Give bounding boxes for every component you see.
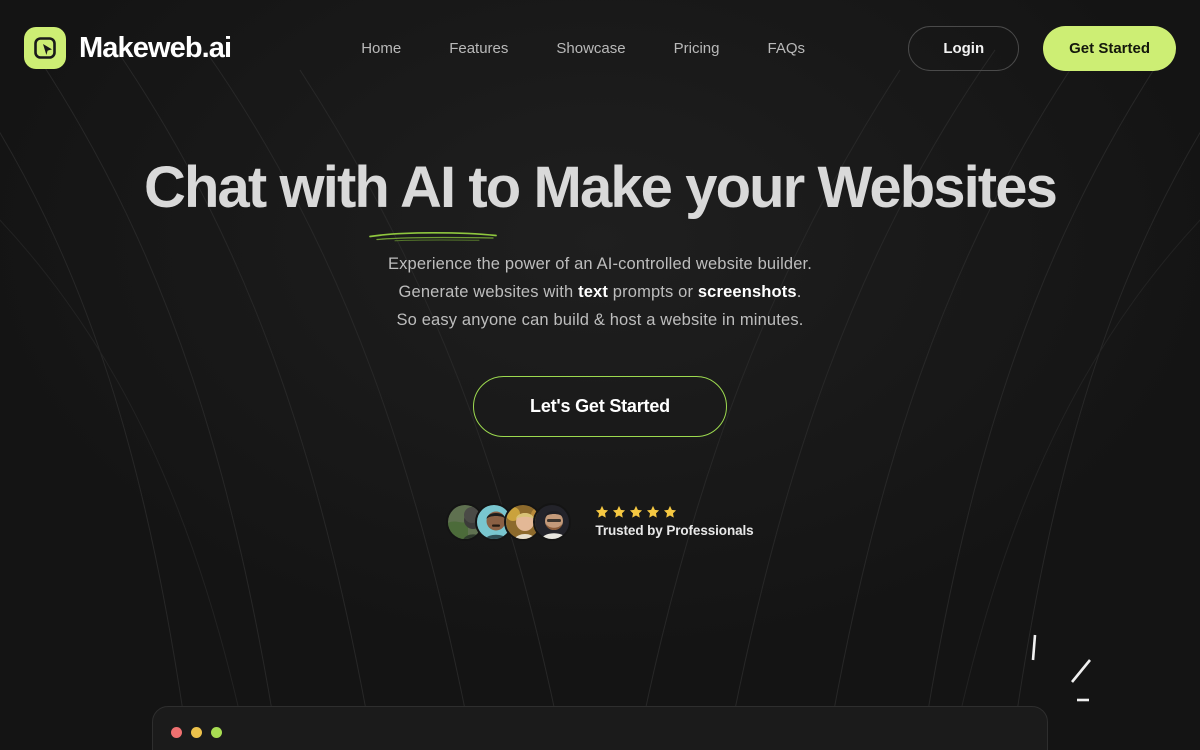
star-icon [596,506,609,518]
star-icon [647,506,660,518]
nav-link-features[interactable]: Features [425,32,532,65]
subtitle-bold-screenshots: screenshots [697,282,797,301]
browser-mockup [152,706,1048,750]
nav-link-home[interactable]: Home [337,32,425,65]
landing-page: Makeweb.ai Home Features Showcase Pricin… [0,0,1200,750]
subtitle-line-1: Experience the power of an AI-controlled… [387,254,813,273]
hero-subtitle: Experience the power of an AI-controlled… [0,250,1200,334]
avatar-group [446,502,572,541]
cta-wrapper: Let's Get Started [0,375,1200,437]
subtitle-line-2-suffix: . [796,282,802,301]
nav-link-showcase[interactable]: Showcase [532,32,649,65]
nav-link-pricing[interactable]: Pricing [650,32,744,65]
headline-underline-scribble [369,231,497,242]
minimize-dot-icon[interactable] [191,727,202,738]
nav-actions: Login Get Started [908,25,1176,71]
social-proof-text: Trusted by Professionals [595,505,754,539]
star-icon [613,506,626,518]
trusted-label: Trusted by Professionals [595,523,754,539]
nav-links: Home Features Showcase Pricing FAQs [337,32,829,65]
navbar: Makeweb.ai Home Features Showcase Pricin… [0,0,1200,96]
browser-traffic-lights [171,727,222,738]
star-icon [664,506,677,518]
nav-link-faqs[interactable]: FAQs [743,32,829,65]
lets-get-started-button[interactable]: Let's Get Started [473,375,727,437]
subtitle-line-2-middle: prompts or [608,282,698,301]
brand-logo[interactable]: Makeweb.ai [24,27,232,69]
cursor-in-frame-icon [24,27,66,69]
headline-text: Chat with AI to Make your Websites [144,155,1058,220]
maximize-dot-icon[interactable] [211,727,222,738]
star-icon [630,506,643,518]
social-proof: Trusted by Professionals [0,502,1200,541]
avatar [533,502,572,541]
subtitle-line-3: So easy anyone can build & host a websit… [396,310,804,329]
page-title: Chat with AI to Make your Websites [144,155,1058,242]
star-rating [595,505,753,519]
subtitle-line-2: Generate websites with text prompts or s… [0,278,1200,306]
subtitle-bold-text: text [578,282,609,301]
login-button[interactable]: Login [908,25,1020,71]
hero-section: Chat with AI to Make your Websites Exper… [0,96,1200,541]
brand-name: Makeweb.ai [79,31,232,64]
get-started-button[interactable]: Get Started [1043,25,1176,71]
subtitle-line-2-prefix: Generate websites with [398,282,579,301]
close-dot-icon[interactable] [171,727,182,738]
